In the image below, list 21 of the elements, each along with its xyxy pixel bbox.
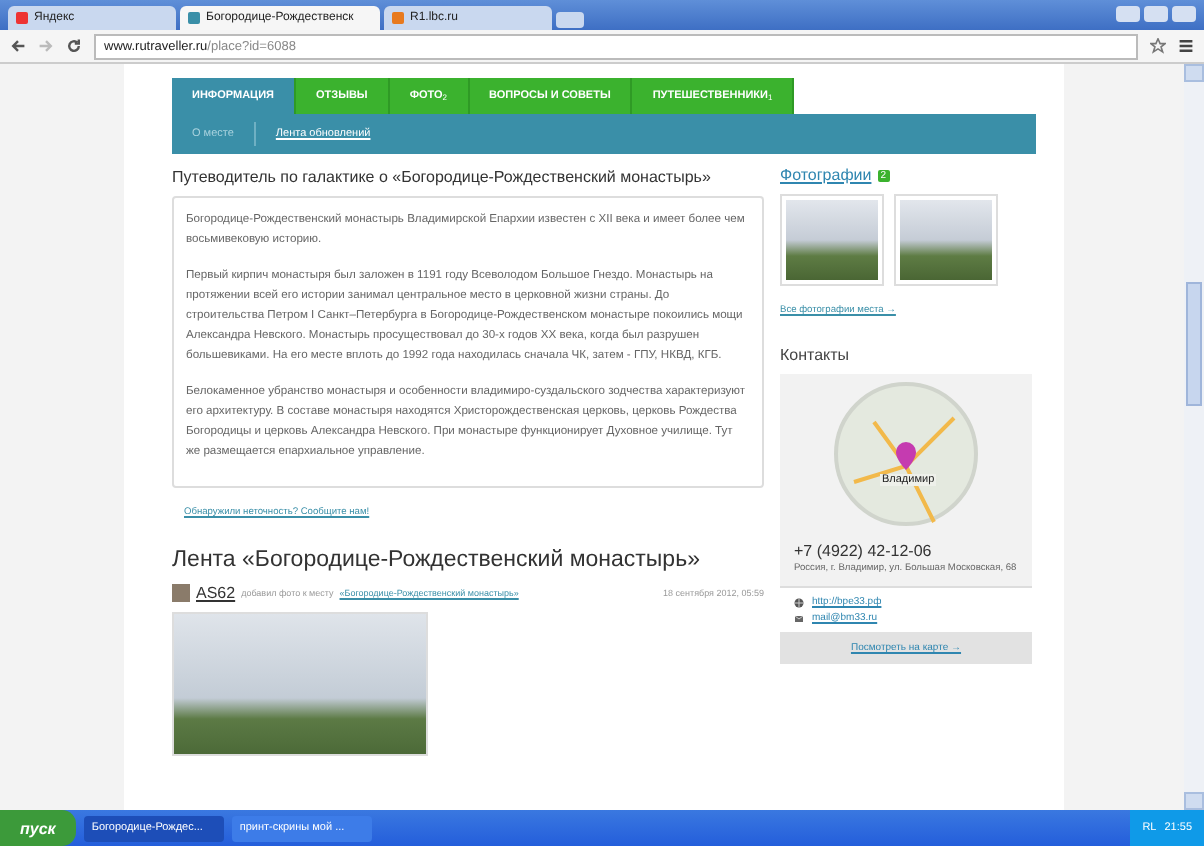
photo-thumbnail[interactable]	[894, 194, 998, 286]
favicon-icon	[16, 12, 28, 24]
reload-icon[interactable]	[66, 38, 82, 54]
favicon-icon	[188, 12, 200, 24]
menu-icon[interactable]	[1178, 38, 1194, 54]
photo-thumbnail[interactable]	[780, 194, 884, 286]
map-drawing[interactable]	[834, 382, 978, 526]
contacts-title: Контакты	[780, 346, 852, 364]
star-icon[interactable]	[1150, 38, 1166, 54]
feed-title: Лента «Богородице-Рождественский монастырь»	[172, 548, 702, 572]
globe-icon	[794, 597, 804, 607]
phone-number: +7 (4922) 42-12-06	[792, 540, 934, 562]
guide-title: Путеводитель по галактике о «Богородице-Рождественский монастырь»	[172, 168, 713, 186]
user-link[interactable]: AS62	[196, 584, 236, 602]
favicon-icon	[392, 12, 404, 24]
back-icon[interactable]	[10, 38, 26, 54]
scrollbar[interactable]	[1184, 64, 1204, 810]
photos-link[interactable]: Фотографии	[780, 166, 872, 184]
mail-icon	[794, 613, 804, 623]
start-button[interactable]: пуск	[0, 810, 76, 846]
avatar-image	[172, 584, 190, 602]
